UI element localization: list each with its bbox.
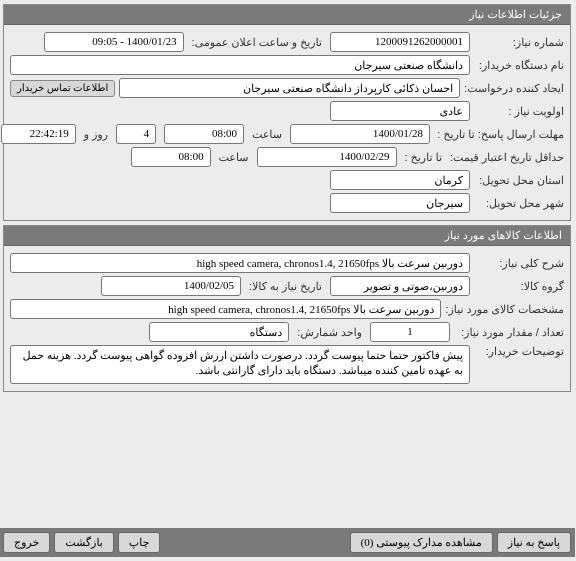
unit-label: واحد شمارش: [294, 326, 367, 339]
qty-field[interactable] [371, 322, 451, 342]
delivery-city-label: شهر محل تحویل: [475, 197, 565, 210]
back-button[interactable]: بازگشت [55, 532, 115, 553]
deadline-label: مهلت ارسال پاسخ: تا تاریخ : [435, 128, 565, 141]
buyer-org-label: نام دستگاه خریدار: [475, 59, 565, 72]
item-spec-field[interactable] [11, 299, 442, 319]
need-date-field[interactable] [102, 276, 242, 296]
creator-label: ایجاد کننده درخواست: [465, 82, 565, 95]
time-label-2: ساعت [216, 151, 254, 164]
priority-label: اولویت نیاز : [475, 105, 565, 118]
desc-field[interactable] [11, 253, 471, 273]
delivery-province-field[interactable] [331, 170, 471, 190]
panel1-title: جزئیات اطلاعات نیاز [5, 5, 571, 25]
print-button[interactable]: چاپ [119, 532, 162, 553]
niaz-number-field[interactable] [331, 32, 471, 52]
panel2-title: اطلاعات کالاهای مورد نیاز [5, 226, 571, 246]
delivery-province-label: استان محل تحویل: [475, 174, 565, 187]
countdown-field [2, 124, 77, 144]
footer-bar: پاسخ به نیاز مشاهده مدارک پیوستی (0) چاپ… [0, 528, 576, 557]
exit-button[interactable]: خروج [4, 532, 51, 553]
days-and-label: روز و [81, 128, 113, 141]
group-label: گروه کالا: [475, 280, 565, 293]
priority-field[interactable] [331, 101, 471, 121]
public-datetime-field[interactable] [45, 32, 185, 52]
buyer-org-field[interactable] [11, 55, 471, 75]
buyer-notes-field[interactable]: پیش فاکتور حتما حتما پیوست گردد. درصورت … [11, 345, 471, 384]
niaz-number-label: شماره نیاز: [475, 36, 565, 49]
reply-button[interactable]: پاسخ به نیاز [498, 532, 572, 553]
time-label-1: ساعت [249, 128, 287, 141]
buyer-contact-button[interactable]: اطلاعات تماس خریدار [11, 80, 116, 97]
unit-field[interactable] [150, 322, 290, 342]
delivery-city-field[interactable] [331, 193, 471, 213]
goods-info-panel: اطلاعات کالاهای مورد نیاز شرح کلی نیاز: … [4, 225, 572, 392]
qty-label: تعداد / مقدار مورد نیاز: [455, 326, 565, 339]
buyer-notes-label: توضیحات خریدار: [475, 345, 565, 358]
deadline-time-field[interactable] [165, 124, 245, 144]
attachments-button[interactable]: مشاهده مدارک پیوستی (0) [351, 532, 494, 553]
credit-time-field[interactable] [132, 147, 212, 167]
item-spec-label: مشخصات کالای مورد نیاز: [446, 303, 565, 316]
public-datetime-label: تاریخ و ساعت اعلان عمومی: [189, 36, 327, 49]
credit-date-field[interactable] [258, 147, 398, 167]
desc-label: شرح کلی نیاز: [475, 257, 565, 270]
until-label: تا تاریخ : [402, 151, 447, 164]
min-credit-label: حداقل تاریخ اعتبار قیمت: [451, 151, 565, 164]
deadline-date-field[interactable] [291, 124, 431, 144]
days-remaining-field [117, 124, 157, 144]
creator-field[interactable] [120, 78, 461, 98]
group-field[interactable] [331, 276, 471, 296]
need-details-panel: جزئیات اطلاعات نیاز شماره نیاز: تاریخ و … [4, 4, 572, 221]
need-date-label: تاریخ نیاز به کالا: [246, 280, 327, 293]
